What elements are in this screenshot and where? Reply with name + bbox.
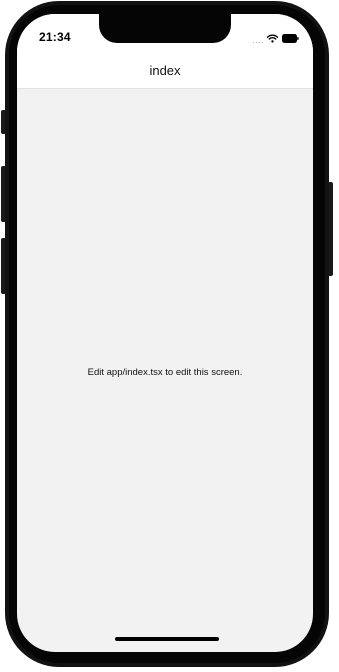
home-indicator[interactable]: [115, 637, 219, 641]
device-mockup: 21:34 index Edit app/index.tsx to edit t…: [0, 0, 339, 672]
signal-dots-icon: [252, 35, 263, 43]
status-time: 21:34: [39, 30, 71, 44]
placeholder-message: Edit app/index.tsx to edit this screen.: [87, 367, 243, 378]
battery-icon: [282, 30, 299, 48]
phone-screen: 21:34 index Edit app/index.tsx to edit t…: [17, 14, 313, 652]
main-content: Edit app/index.tsx to edit this screen.: [17, 89, 313, 652]
wifi-icon: [266, 30, 279, 48]
page-title: index: [149, 63, 181, 78]
notch: [99, 14, 231, 43]
navigation-header: 21:34 index: [17, 14, 313, 89]
status-icons: [252, 30, 300, 48]
